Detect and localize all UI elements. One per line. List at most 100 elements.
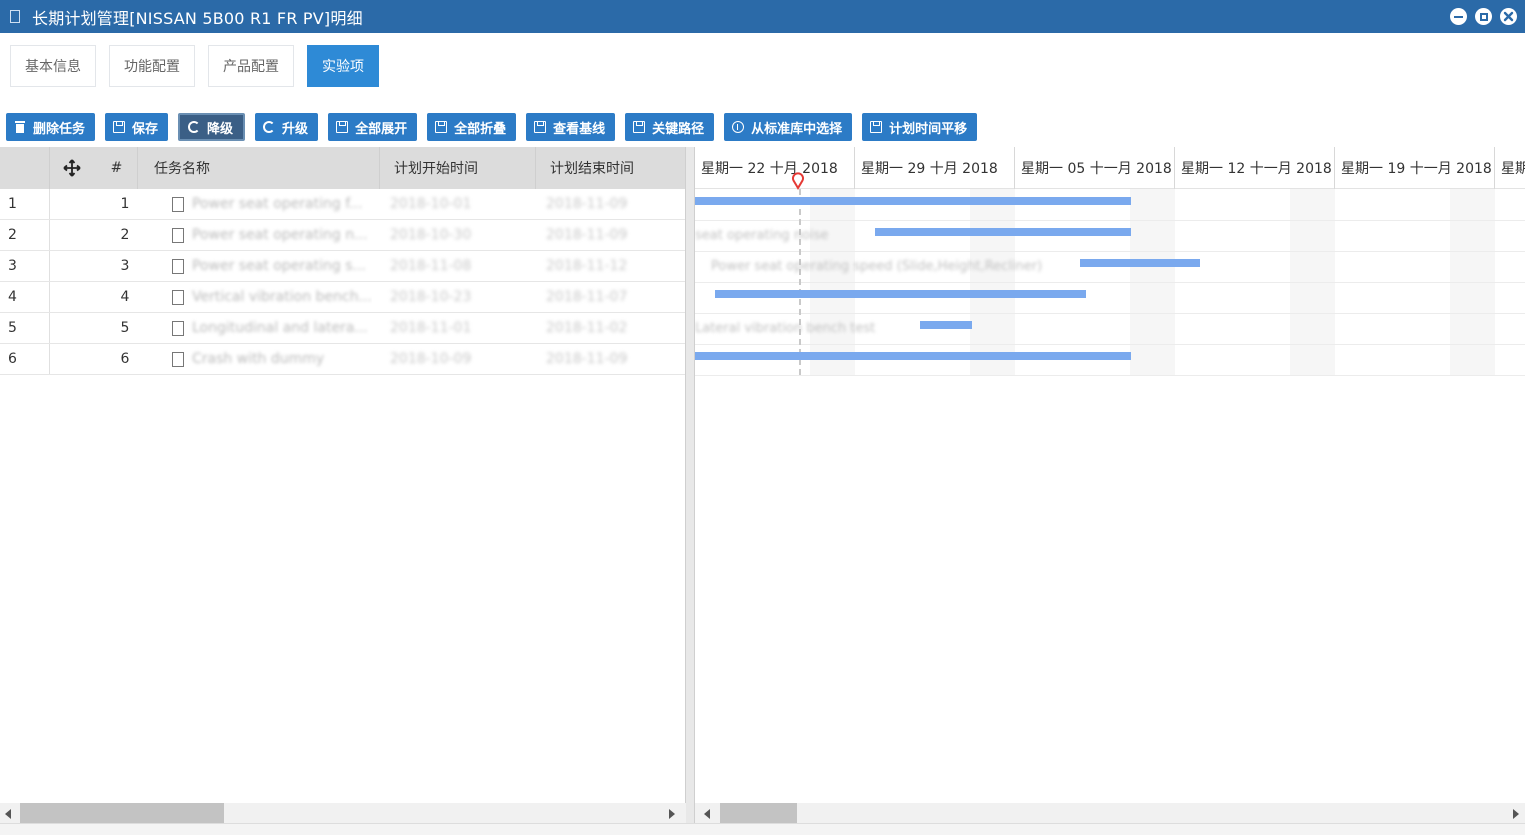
plan-start-cell[interactable]: 2018-11-01 (390, 313, 510, 343)
row-number: 3 (0, 251, 50, 281)
plan-start-cell[interactable]: 2018-10-23 (390, 282, 510, 312)
task-index: 4 (120, 289, 130, 305)
timescale-week: 星期一 22 十月 2018 (695, 147, 855, 189)
plan-start-cell[interactable]: 2018-10-01 (390, 189, 510, 219)
task-bar[interactable] (695, 197, 1131, 205)
task-name-cell[interactable]: Power seat operating n... (172, 220, 372, 250)
save-icon (113, 121, 126, 133)
gantt-row (695, 345, 1525, 376)
window-controls (1450, 8, 1517, 25)
plan-end-cell[interactable]: 2018-11-09 (546, 344, 666, 374)
view-baseline-button[interactable]: 查看基线 (526, 113, 616, 141)
task-name: Crash with dummy (192, 351, 325, 367)
plan-start-cell[interactable]: 2018-10-09 (390, 344, 510, 374)
move-icon[interactable] (60, 147, 84, 189)
task-index: 3 (120, 258, 130, 274)
task-name-cell[interactable]: Longitudinal and latera... (172, 313, 372, 343)
plan-end-cell[interactable]: 2018-11-02 (546, 313, 666, 343)
grid-scroll-thumb[interactable] (20, 803, 224, 823)
save-label: 保存 (132, 121, 159, 137)
task-name-header[interactable]: 任务名称 (140, 147, 380, 189)
collapse-all-button[interactable]: 全部折叠 (427, 113, 517, 141)
task-index: 1 (120, 196, 130, 212)
refresh-icon (188, 121, 201, 133)
task-bar[interactable] (715, 290, 1086, 298)
pagination-bar (0, 823, 1525, 835)
save-button[interactable]: 保存 (105, 113, 169, 141)
task-name-cell[interactable]: Vertical vibration bench... (172, 282, 372, 312)
task-grid: # 任务名称 计划开始时间 计划结束时间 1 1 Power seat oper… (0, 147, 686, 827)
collapse-all-label: 全部折叠 (454, 121, 507, 137)
info-icon (732, 121, 745, 133)
pane-splitter[interactable] (685, 147, 695, 827)
task-bar[interactable] (920, 321, 972, 329)
index-header[interactable]: # (96, 147, 138, 189)
plan-start-cell[interactable]: 2018-11-08 (390, 251, 510, 281)
promote-label: 升级 (282, 121, 309, 137)
task-bar[interactable] (875, 228, 1131, 236)
gantt-chart: 星期一 22 十月 2018 星期一 29 十月 2018 星期一 05 十一月… (695, 147, 1525, 827)
plan-end-cell[interactable]: 2018-11-09 (546, 220, 666, 250)
gantt-horizontal-scrollbar[interactable] (695, 803, 1525, 823)
plan-end-cell[interactable]: 2018-11-07 (546, 282, 666, 312)
task-index: 6 (120, 351, 130, 367)
task-name-cell[interactable]: Crash with dummy (172, 344, 372, 374)
grid-header: # 任务名称 计划开始时间 计划结束时间 (0, 147, 686, 189)
plan-start-cell[interactable]: 2018-10-30 (390, 220, 510, 250)
title-bar: 长期计划管理[NISSAN 5B00 R1 FR PV]明细 (0, 0, 1525, 33)
tab-product-config[interactable]: 产品配置 (208, 45, 294, 87)
task-name: Vertical vibration bench... (192, 289, 372, 305)
timescale-week: 星期 (1495, 147, 1525, 189)
toolbar: 删除任务 保存 降级 升级 全部展开 全部折叠 查看基线 关键路径 从标准库中选… (6, 113, 978, 141)
view-baseline-label: 查看基线 (553, 121, 606, 137)
save-icon (633, 121, 646, 133)
demote-button[interactable]: 降级 (178, 113, 246, 141)
table-row[interactable]: 6 6 Crash with dummy 2018-10-09 2018-11-… (0, 344, 686, 375)
document-icon (172, 196, 184, 212)
task-name: Longitudinal and latera... (192, 320, 368, 336)
gantt-timescale: 星期一 22 十月 2018 星期一 29 十月 2018 星期一 05 十一月… (695, 147, 1525, 189)
promote-button[interactable]: 升级 (255, 113, 319, 141)
table-row[interactable]: 4 4 Vertical vibration bench... 2018-10-… (0, 282, 686, 313)
critical-path-button[interactable]: 关键路径 (625, 113, 715, 141)
tab-experiment-items[interactable]: 实验项 (307, 45, 379, 87)
window-icon (10, 10, 20, 23)
plan-end-cell[interactable]: 2018-11-12 (546, 251, 666, 281)
row-number: 4 (0, 282, 50, 312)
scroll-right-icon[interactable] (1513, 809, 1519, 819)
delete-task-label: 删除任务 (33, 121, 86, 137)
plan-end-cell[interactable]: 2018-11-09 (546, 189, 666, 219)
gantt-scroll-thumb[interactable] (720, 803, 797, 823)
shift-plan-time-button[interactable]: 计划时间平移 (862, 113, 978, 141)
scroll-right-icon[interactable] (669, 809, 675, 819)
document-icon (172, 227, 184, 243)
plan-start-header[interactable]: 计划开始时间 (380, 147, 536, 189)
task-name-cell[interactable]: Power seat operating s... (172, 251, 372, 281)
table-row[interactable]: 5 5 Longitudinal and latera... 2018-11-0… (0, 313, 686, 344)
today-marker-icon (792, 172, 804, 190)
tab-basic-info[interactable]: 基本信息 (10, 45, 96, 87)
table-row[interactable]: 3 3 Power seat operating s... 2018-11-08… (0, 251, 686, 282)
demote-label: 降级 (207, 121, 234, 137)
scroll-left-icon[interactable] (5, 809, 11, 819)
table-row[interactable]: 1 1 Power seat operating f... 2018-10-01… (0, 189, 686, 220)
task-name-cell[interactable]: Power seat operating f... (172, 189, 372, 219)
task-bar-label: Lateral vibration bench test (695, 321, 876, 336)
expand-all-button[interactable]: 全部展开 (328, 113, 418, 141)
row-number: 5 (0, 313, 50, 343)
minimize-icon[interactable] (1450, 8, 1467, 25)
close-icon[interactable] (1500, 8, 1517, 25)
plan-end-header[interactable]: 计划结束时间 (536, 147, 686, 189)
grid-horizontal-scrollbar[interactable] (0, 803, 686, 823)
document-icon (172, 351, 184, 367)
table-row[interactable]: 2 2 Power seat operating n... 2018-10-30… (0, 220, 686, 251)
scroll-left-icon[interactable] (704, 809, 710, 819)
tab-function-config[interactable]: 功能配置 (109, 45, 195, 87)
maximize-icon[interactable] (1475, 8, 1492, 25)
select-from-library-button[interactable]: 从标准库中选择 (724, 113, 853, 141)
task-bar[interactable] (1080, 259, 1200, 267)
task-bar[interactable] (695, 352, 1131, 360)
delete-task-button[interactable]: 删除任务 (6, 113, 96, 141)
row-number: 2 (0, 220, 50, 250)
gantt-row (695, 283, 1525, 314)
